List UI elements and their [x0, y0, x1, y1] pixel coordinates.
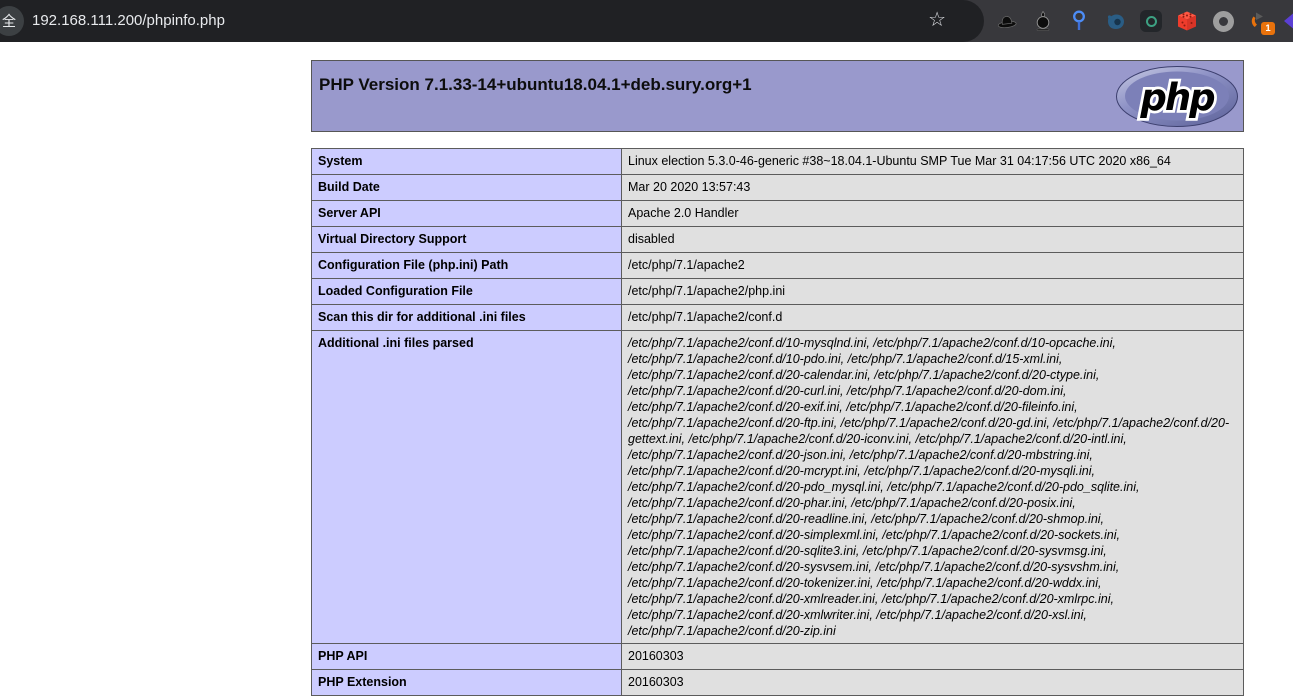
php-logo: php	[1115, 65, 1239, 133]
blue-blob-icon	[1103, 9, 1127, 33]
row-label: System	[312, 149, 622, 175]
phpinfo-table: System Linux election 5.3.0-46-generic #…	[311, 148, 1244, 696]
table-row: Additional .ini files parsed /etc/php/7.…	[312, 331, 1244, 644]
row-label: PHP API	[312, 644, 622, 670]
table-row: PHP API 20160303	[312, 644, 1244, 670]
table-row: PHP Extension 20160303	[312, 670, 1244, 696]
page-title: PHP Version 7.1.33-14+ubuntu18.04.1+deb.…	[312, 61, 1243, 95]
table-row: Server API Apache 2.0 Handler	[312, 201, 1244, 227]
blue-pin-icon	[1067, 9, 1091, 33]
browser-toolbar: 全 192.168.111.200/phpinfo.php ☆	[0, 0, 1293, 42]
row-label: Server API	[312, 201, 622, 227]
green-ring-icon	[1140, 10, 1162, 32]
row-value: 20160303	[622, 644, 1244, 670]
hat-icon	[995, 9, 1019, 33]
table-row: Build Date Mar 20 2020 13:57:43	[312, 175, 1244, 201]
proxy-dice-extension-icon[interactable]	[1175, 9, 1199, 33]
url-text[interactable]: 192.168.111.200/phpinfo.php	[32, 0, 225, 42]
donut-extension-icon[interactable]	[1211, 9, 1235, 33]
row-label: Configuration File (php.ini) Path	[312, 253, 622, 279]
download-extension-icon[interactable]: 1	[1247, 9, 1271, 33]
site-security-badge[interactable]: 全	[0, 6, 24, 36]
table-row: Virtual Directory Support disabled	[312, 227, 1244, 253]
row-value: /etc/php/7.1/apache2/php.ini	[622, 279, 1244, 305]
purple-arrow-icon	[1283, 9, 1293, 33]
purple-extension-icon[interactable]	[1283, 9, 1293, 33]
row-label: Scan this dir for additional .ini files	[312, 305, 622, 331]
row-value: Mar 20 2020 13:57:43	[622, 175, 1244, 201]
lamp-icon	[1031, 9, 1055, 33]
row-label: Loaded Configuration File	[312, 279, 622, 305]
table-row: Loaded Configuration File /etc/php/7.1/a…	[312, 279, 1244, 305]
row-value: Apache 2.0 Handler	[622, 201, 1244, 227]
row-label: Build Date	[312, 175, 622, 201]
row-value: /etc/php/7.1/apache2	[622, 253, 1244, 279]
table-row: System Linux election 5.3.0-46-generic #…	[312, 149, 1244, 175]
row-value: /etc/php/7.1/apache2/conf.d/10-mysqlnd.i…	[622, 331, 1244, 644]
pin-extension-icon[interactable]	[1067, 9, 1091, 33]
extension-icons-row: 1	[995, 0, 1293, 42]
green-ring-extension-icon[interactable]	[1139, 9, 1163, 33]
gray-donut-icon	[1213, 11, 1234, 32]
hat-extension-icon[interactable]	[995, 9, 1019, 33]
phpinfo-header: PHP Version 7.1.33-14+ubuntu18.04.1+deb.…	[311, 60, 1244, 132]
row-value: /etc/php/7.1/apache2/conf.d	[622, 305, 1244, 331]
row-label: Virtual Directory Support	[312, 227, 622, 253]
blob-extension-icon[interactable]	[1103, 9, 1127, 33]
php-logo-text: php	[1139, 76, 1215, 119]
row-value: disabled	[622, 227, 1244, 253]
address-bar[interactable]: 全 192.168.111.200/phpinfo.php ☆	[0, 0, 984, 42]
extension-badge: 1	[1261, 22, 1275, 35]
row-label: PHP Extension	[312, 670, 622, 696]
row-value: 20160303	[622, 670, 1244, 696]
table-row: Scan this dir for additional .ini files …	[312, 305, 1244, 331]
row-value: Linux election 5.3.0-46-generic #38~18.0…	[622, 149, 1244, 175]
lamp-extension-icon[interactable]	[1031, 9, 1055, 33]
table-row: Configuration File (php.ini) Path /etc/p…	[312, 253, 1244, 279]
bookmark-star-icon[interactable]: ☆	[928, 0, 946, 42]
red-dice-icon	[1175, 9, 1199, 33]
row-label: Additional .ini files parsed	[312, 331, 622, 644]
